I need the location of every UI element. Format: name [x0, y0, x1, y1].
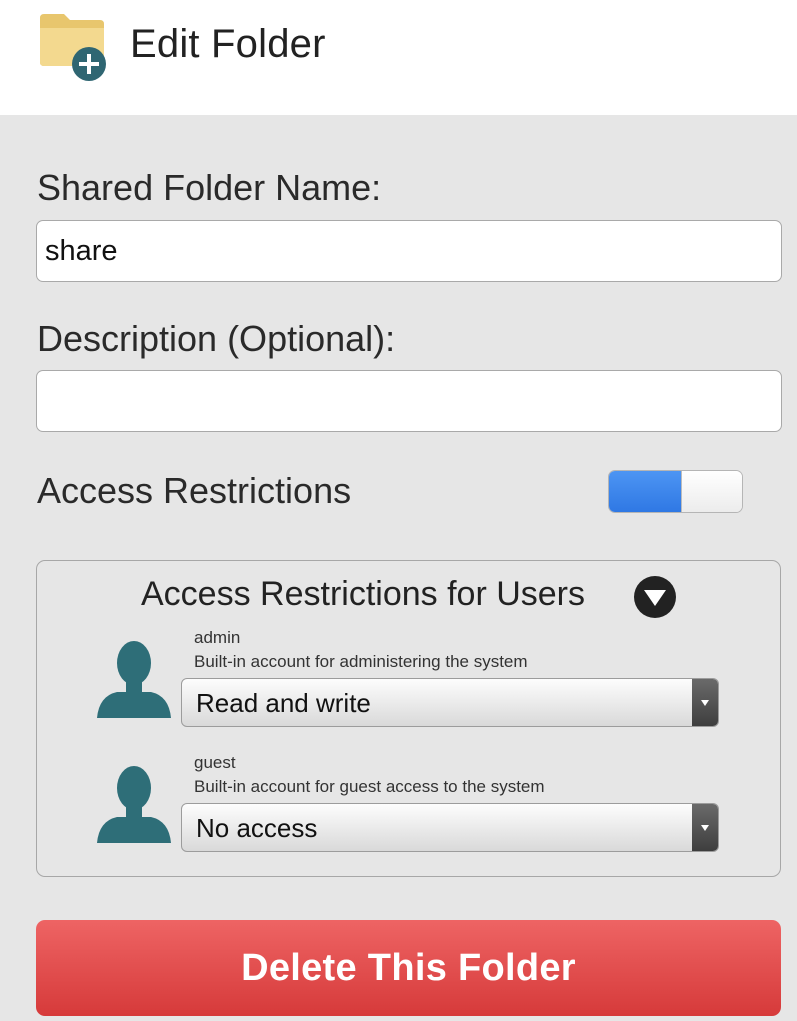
access-restrictions-label: Access Restrictions — [37, 470, 352, 511]
shared-folder-name-label: Shared Folder Name: — [37, 167, 382, 208]
description-label: Description (Optional): — [37, 318, 396, 359]
user-access-section: Access Restrictions for Users admin Buil… — [36, 560, 781, 877]
user-row-guest: guest Built-in account for guest access … — [37, 751, 782, 861]
collapse-chevron-icon[interactable] — [634, 576, 676, 618]
shared-folder-name-input[interactable] — [36, 220, 782, 282]
dropdown-arrow-icon — [692, 804, 718, 851]
toggle-on-track — [609, 471, 681, 512]
header: Edit Folder — [0, 0, 797, 115]
user-description: Built-in account for administering the s… — [194, 652, 528, 671]
user-icon — [95, 638, 173, 718]
user-description: Built-in account for guest access to the… — [194, 777, 545, 796]
user-name: guest — [194, 753, 236, 772]
permission-value: Read and write — [196, 688, 371, 718]
user-access-title: Access Restrictions for Users — [141, 575, 585, 613]
page-title: Edit Folder — [130, 22, 326, 66]
description-input[interactable] — [36, 370, 782, 432]
permission-select-guest[interactable]: No access — [181, 803, 719, 852]
permission-value: No access — [196, 813, 318, 843]
user-row-admin: admin Built-in account for administering… — [37, 626, 782, 736]
folder-add-icon — [38, 10, 110, 82]
user-name: admin — [194, 628, 241, 647]
access-restrictions-toggle[interactable] — [608, 470, 743, 513]
edit-folder-panel: Shared Folder Name: Description (Optiona… — [0, 115, 797, 1021]
permission-select-admin[interactable]: Read and write — [181, 678, 719, 727]
user-icon — [95, 763, 173, 843]
delete-folder-button[interactable]: Delete This Folder — [36, 920, 781, 1016]
toggle-knob — [681, 471, 742, 512]
dropdown-arrow-icon — [692, 679, 718, 726]
